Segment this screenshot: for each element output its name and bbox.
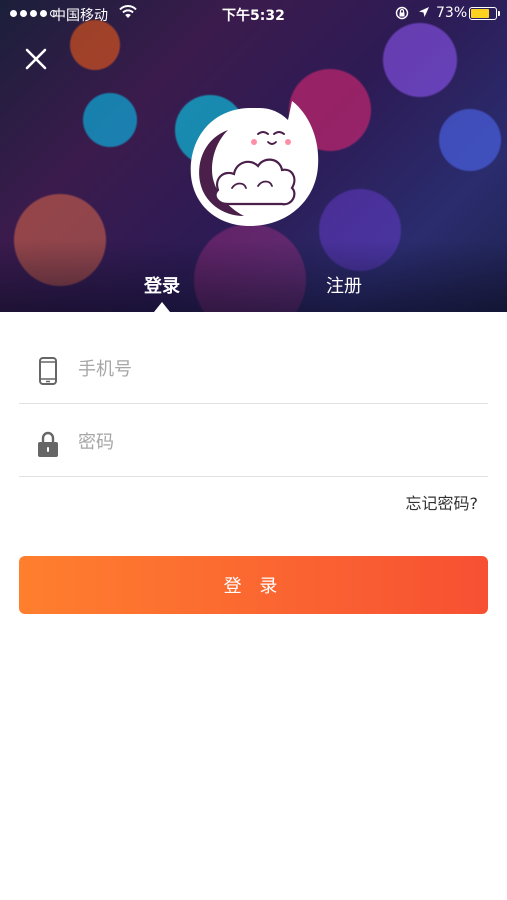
login-screen: 中国移动 下午5:32 73% 登录 注册 手机号 忘记密码? 登 录 (0, 0, 507, 900)
forgot-password-link[interactable]: 忘记密码? (406, 490, 479, 514)
password-input[interactable] (78, 425, 468, 459)
login-button[interactable]: 登 录 (19, 556, 488, 614)
phone-input[interactable] (78, 352, 468, 386)
tab-register[interactable]: 注册 (326, 272, 362, 298)
active-tab-indicator (154, 302, 170, 312)
password-field (19, 405, 488, 477)
location-arrow-icon (419, 7, 429, 17)
tab-login[interactable]: 登录 (144, 272, 180, 298)
signal-strength-icon (10, 10, 57, 17)
status-bar: 中国移动 下午5:32 73% (0, 0, 507, 28)
carrier-name: 中国移动 (52, 8, 108, 24)
cat-cloud-logo (190, 101, 319, 226)
phone-icon (39, 357, 57, 385)
battery-icon (469, 7, 500, 20)
wifi-icon (119, 5, 137, 18)
status-time: 下午5:32 (222, 8, 285, 24)
lock-icon (38, 431, 58, 457)
header-shade (0, 240, 507, 312)
phone-field (19, 332, 488, 404)
rotation-lock-icon (395, 6, 409, 20)
battery-fill (471, 9, 489, 18)
close-icon[interactable] (22, 45, 50, 73)
battery-percent: 73% (436, 5, 468, 21)
